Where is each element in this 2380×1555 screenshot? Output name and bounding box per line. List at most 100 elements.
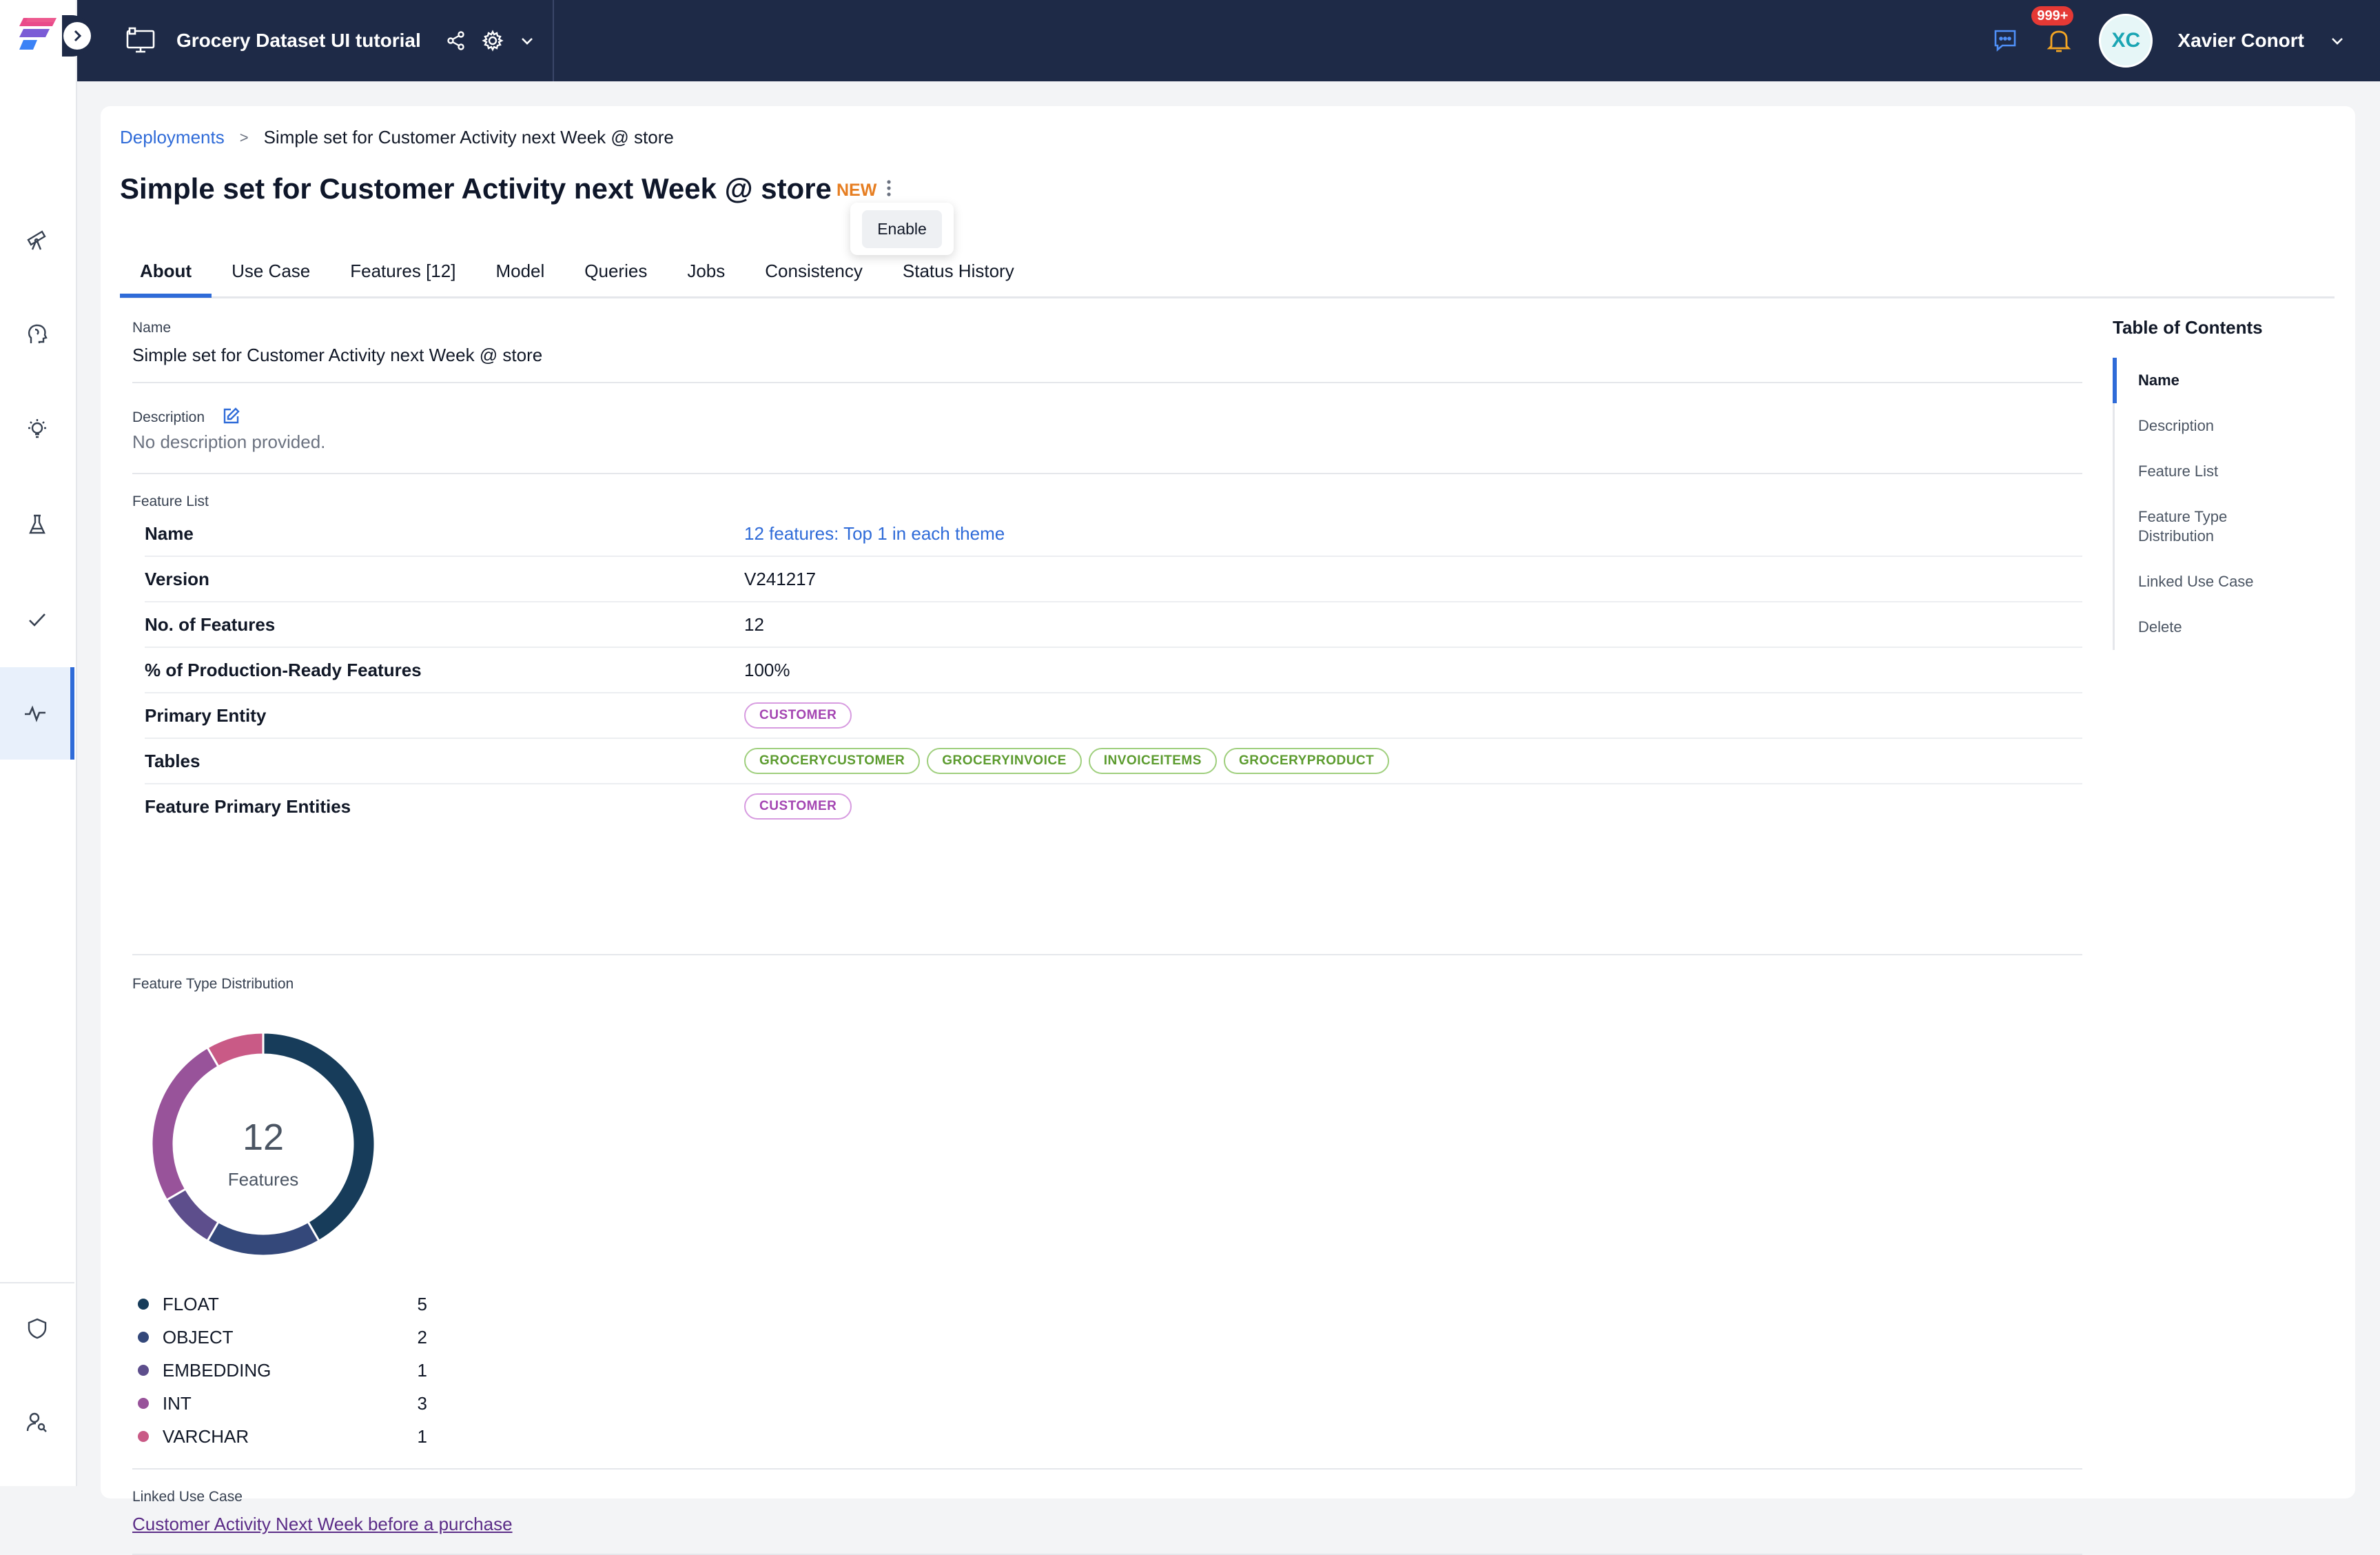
donut-slice-object[interactable]: [205, 1220, 321, 1257]
main-card: Deployments > Simple set for Customer Ac…: [101, 106, 2355, 1555]
entity-pill[interactable]: CUSTOMER: [744, 702, 852, 729]
donut-slice-varchar[interactable]: [205, 1031, 265, 1068]
toc-item-delete[interactable]: Delete: [2115, 604, 2340, 650]
chat-icon[interactable]: [1991, 27, 2019, 54]
table-pill[interactable]: GROCERYCUSTOMER: [744, 748, 921, 774]
legend-value: 2: [417, 1326, 427, 1348]
toc-item-feature-list[interactable]: Feature List: [2115, 449, 2340, 494]
legend-dot: [138, 1365, 149, 1376]
legend-value: 1: [417, 1425, 427, 1447]
toc-item-description[interactable]: Description: [2115, 403, 2340, 449]
edit-icon[interactable]: [221, 407, 240, 426]
table-row: Tables GROCERYCUSTOMER GROCERYINVOICE IN…: [145, 739, 2082, 784]
tab-use-case[interactable]: Use Case: [212, 248, 330, 294]
avatar[interactable]: XC: [2099, 14, 2153, 68]
row-key: Version: [145, 568, 209, 589]
share-icon[interactable]: [446, 30, 466, 51]
nav-ideation[interactable]: [0, 288, 74, 380]
linked-use-case-link[interactable]: Customer Activity Next Week before a pur…: [132, 1514, 513, 1534]
breadcrumb-current: Simple set for Customer Activity next We…: [263, 127, 674, 148]
chart-legend: FLOAT 5 OBJECT 2 EMBEDDING 1 INT 3 VARCH…: [138, 1288, 427, 1453]
feature-type-donut-chart: 12 Features: [150, 1031, 376, 1257]
feature-list-link[interactable]: 12 features: Top 1 in each theme: [744, 523, 1005, 545]
legend-label: OBJECT: [162, 1326, 234, 1348]
page-title: Simple set for Customer Activity next We…: [120, 172, 832, 205]
row-key: Primary Entity: [145, 704, 267, 726]
legend-item: EMBEDDING 1: [138, 1354, 427, 1387]
nav-security[interactable]: [0, 1282, 74, 1374]
table-row: Primary Entity CUSTOMER: [145, 693, 2082, 739]
description-label: Description: [132, 409, 205, 425]
toc-item-name[interactable]: Name: [2113, 358, 2340, 403]
status-badge: NEW: [837, 181, 877, 200]
bell-icon: [2047, 30, 2071, 52]
row-key: % of Production-Ready Features: [145, 659, 422, 680]
description-section: Description No description provided.: [132, 407, 2082, 453]
name-section: Name Simple set for Customer Activity ne…: [132, 320, 2082, 366]
row-key: Tables: [145, 750, 201, 771]
table-pill[interactable]: INVOICEITEMS: [1088, 748, 1217, 774]
chevron-right-icon: [74, 30, 82, 42]
legend-item: FLOAT 5: [138, 1288, 427, 1321]
top-bar: Grocery Dataset UI tutorial 999+ XC Xavi…: [76, 0, 2380, 81]
donut-slice-embedding[interactable]: [165, 1187, 220, 1243]
app-logo-icon[interactable]: [18, 15, 59, 54]
enable-menu-item[interactable]: Enable: [862, 210, 942, 248]
legend-dot: [138, 1398, 149, 1409]
row-key: Feature Primary Entities: [145, 795, 351, 817]
nav-catalog[interactable]: [0, 193, 74, 285]
donut-center-value: 12: [243, 1117, 284, 1158]
feature-list-section: Feature List: [132, 494, 2082, 510]
legend-label: EMBEDDING: [162, 1359, 271, 1381]
tab-model[interactable]: Model: [475, 248, 564, 294]
legend-label: INT: [162, 1392, 192, 1414]
toc-item-linked-use-case[interactable]: Linked Use Case: [2115, 559, 2340, 604]
entity-pill[interactable]: CUSTOMER: [744, 793, 852, 820]
tab-about[interactable]: About: [120, 248, 212, 298]
toc-item-feature-type-distribution[interactable]: Feature Type Distribution: [2115, 494, 2276, 559]
name-value: Simple set for Customer Activity next We…: [132, 345, 543, 365]
linked-use-case-section: Linked Use Case Customer Activity Next W…: [132, 1489, 2082, 1535]
nav-user-search[interactable]: [0, 1376, 74, 1468]
nav-experiments[interactable]: [0, 478, 74, 571]
left-rail: [0, 0, 92, 1486]
tab-queries[interactable]: Queries: [564, 248, 667, 294]
tab-features[interactable]: Features [12]: [330, 248, 475, 294]
legend-item: OBJECT 2: [138, 1321, 427, 1354]
table-pill[interactable]: GROCERYINVOICE: [927, 748, 1082, 774]
legend-label: FLOAT: [162, 1293, 219, 1314]
nav-deployments[interactable]: [0, 667, 74, 760]
row-key: Name: [145, 522, 194, 544]
breadcrumb-separator: >: [239, 128, 249, 146]
version-value: V241217: [744, 568, 817, 589]
chevron-down-icon[interactable]: [2329, 32, 2346, 49]
status-menu: Enable: [850, 203, 954, 255]
nav-approvals[interactable]: [0, 573, 74, 666]
gear-icon[interactable]: [482, 30, 504, 52]
chevron-down-icon[interactable]: [519, 32, 535, 49]
feature-list-table: Name 12 features: Top 1 in each theme Ve…: [145, 511, 2082, 829]
breadcrumb: Deployments > Simple set for Customer Ac…: [120, 127, 674, 148]
production-ready-value: 100%: [744, 659, 790, 680]
donut-slice-int[interactable]: [150, 1046, 220, 1202]
name-label: Name: [132, 320, 172, 336]
nav-ideas[interactable]: [0, 383, 74, 476]
table-pill[interactable]: GROCERYPRODUCT: [1223, 748, 1390, 774]
legend-item: INT 3: [138, 1387, 427, 1420]
kebab-menu-icon[interactable]: [882, 178, 896, 200]
tab-jobs[interactable]: Jobs: [667, 248, 745, 294]
head-icon: [28, 324, 48, 343]
feature-list-label: Feature List: [132, 494, 209, 509]
notifications[interactable]: 999+: [2031, 6, 2074, 56]
donut-center-label: Features: [228, 1169, 299, 1190]
table-of-contents: Table of Contents Name Description Featu…: [2113, 317, 2340, 650]
user-name[interactable]: Xavier Conort: [2177, 30, 2304, 52]
breadcrumb-deployments[interactable]: Deployments: [120, 127, 225, 148]
flask-icon: [29, 514, 45, 534]
activity-pulse-icon: [25, 705, 45, 722]
legend-dot: [138, 1299, 149, 1310]
notification-badge: 999+: [2031, 6, 2074, 26]
telescope-icon: [27, 230, 46, 250]
legend-label: VARCHAR: [162, 1425, 249, 1447]
table-row: Version V241217: [145, 557, 2082, 602]
